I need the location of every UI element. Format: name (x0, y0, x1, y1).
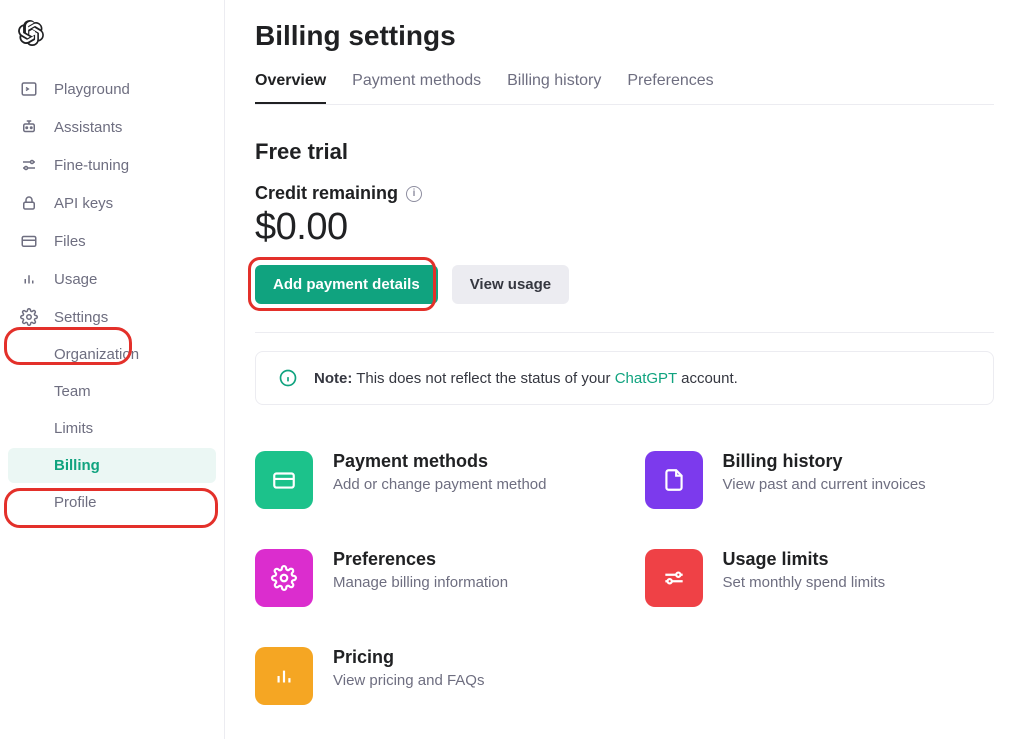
card-title: Pricing (333, 647, 484, 668)
sidebar-item-label: Assistants (54, 119, 122, 136)
sidebar-item-label: Playground (54, 81, 130, 98)
sidebar-sub-billing[interactable]: Billing (8, 448, 216, 483)
note-prefix: Note: (314, 370, 352, 387)
sidebar-item-label: Limits (54, 420, 93, 437)
button-row: Add payment details View usage (255, 265, 994, 304)
section-title: Free trial (255, 139, 994, 165)
logo (0, 16, 224, 71)
sidebar-sub-organization[interactable]: Organization (8, 337, 216, 372)
sidebar-item-api-keys[interactable]: API keys (8, 185, 216, 221)
note-text: Note: This does not reflect the status o… (314, 370, 738, 387)
note-box: Note: This does not reflect the status o… (255, 351, 994, 405)
sidebar-item-assistants[interactable]: Assistants (8, 109, 216, 145)
info-icon[interactable]: i (406, 186, 422, 202)
terminal-icon (20, 80, 38, 98)
sidebar-item-label: Settings (54, 309, 108, 326)
folder-icon (20, 232, 38, 250)
openai-logo-icon (18, 20, 44, 46)
page-title: Billing settings (255, 20, 994, 52)
credit-amount: $0.00 (255, 206, 994, 249)
sidebar-item-fine-tuning[interactable]: Fine-tuning (8, 147, 216, 183)
tab-overview[interactable]: Overview (255, 66, 326, 104)
card-desc: Set monthly spend limits (723, 574, 886, 591)
sidebar-item-label: Team (54, 383, 91, 400)
note-suffix: account. (677, 370, 738, 387)
main-content: Billing settings Overview Payment method… (225, 0, 1024, 739)
card-title: Billing history (723, 451, 926, 472)
card-desc: View pricing and FAQs (333, 672, 484, 689)
sliders-icon (645, 549, 703, 607)
card-desc: Manage billing information (333, 574, 508, 591)
card-desc: View past and current invoices (723, 476, 926, 493)
nav: Playground Assistants Fine-tuning API ke… (0, 71, 224, 520)
credit-card-icon (255, 451, 313, 509)
gear-icon (255, 549, 313, 607)
info-circle-icon (278, 368, 298, 388)
card-pricing[interactable]: Pricing View pricing and FAQs (255, 647, 605, 705)
sliders-icon (20, 156, 38, 174)
credit-remaining-row: Credit remaining i (255, 183, 994, 204)
sidebar-sub-team[interactable]: Team (8, 374, 216, 409)
card-title: Payment methods (333, 451, 546, 472)
sidebar: Playground Assistants Fine-tuning API ke… (0, 0, 225, 739)
bar-chart-icon (20, 270, 38, 288)
document-icon (645, 451, 703, 509)
sidebar-item-label: Fine-tuning (54, 157, 129, 174)
note-body: This does not reflect the status of your (352, 370, 614, 387)
sidebar-item-label: Billing (54, 457, 100, 474)
cards-grid: Payment methods Add or change payment me… (255, 451, 994, 705)
sidebar-item-usage[interactable]: Usage (8, 261, 216, 297)
sidebar-item-label: Usage (54, 271, 97, 288)
chatgpt-link[interactable]: ChatGPT (615, 370, 677, 387)
tabs: Overview Payment methods Billing history… (255, 66, 994, 105)
sidebar-item-label: API keys (54, 195, 113, 212)
tab-billing-history[interactable]: Billing history (507, 66, 601, 104)
card-preferences[interactable]: Preferences Manage billing information (255, 549, 605, 607)
card-desc: Add or change payment method (333, 476, 546, 493)
card-title: Preferences (333, 549, 508, 570)
sidebar-item-label: Organization (54, 346, 139, 363)
gear-icon (20, 308, 38, 326)
sidebar-item-playground[interactable]: Playground (8, 71, 216, 107)
lock-icon (20, 194, 38, 212)
card-title: Usage limits (723, 549, 886, 570)
card-payment-methods[interactable]: Payment methods Add or change payment me… (255, 451, 605, 509)
card-billing-history[interactable]: Billing history View past and current in… (645, 451, 995, 509)
sidebar-item-label: Files (54, 233, 86, 250)
view-usage-button[interactable]: View usage (452, 265, 569, 304)
add-payment-details-button[interactable]: Add payment details (255, 265, 438, 304)
sidebar-item-label: Profile (54, 494, 97, 511)
divider (255, 332, 994, 333)
bar-chart-icon (255, 647, 313, 705)
sidebar-sub-profile[interactable]: Profile (8, 485, 216, 520)
robot-icon (20, 118, 38, 136)
credit-label: Credit remaining (255, 183, 398, 204)
sidebar-item-settings[interactable]: Settings (8, 299, 216, 335)
sidebar-sub-limits[interactable]: Limits (8, 411, 216, 446)
sidebar-item-files[interactable]: Files (8, 223, 216, 259)
tab-payment-methods[interactable]: Payment methods (352, 66, 481, 104)
tab-preferences[interactable]: Preferences (627, 66, 713, 104)
card-usage-limits[interactable]: Usage limits Set monthly spend limits (645, 549, 995, 607)
